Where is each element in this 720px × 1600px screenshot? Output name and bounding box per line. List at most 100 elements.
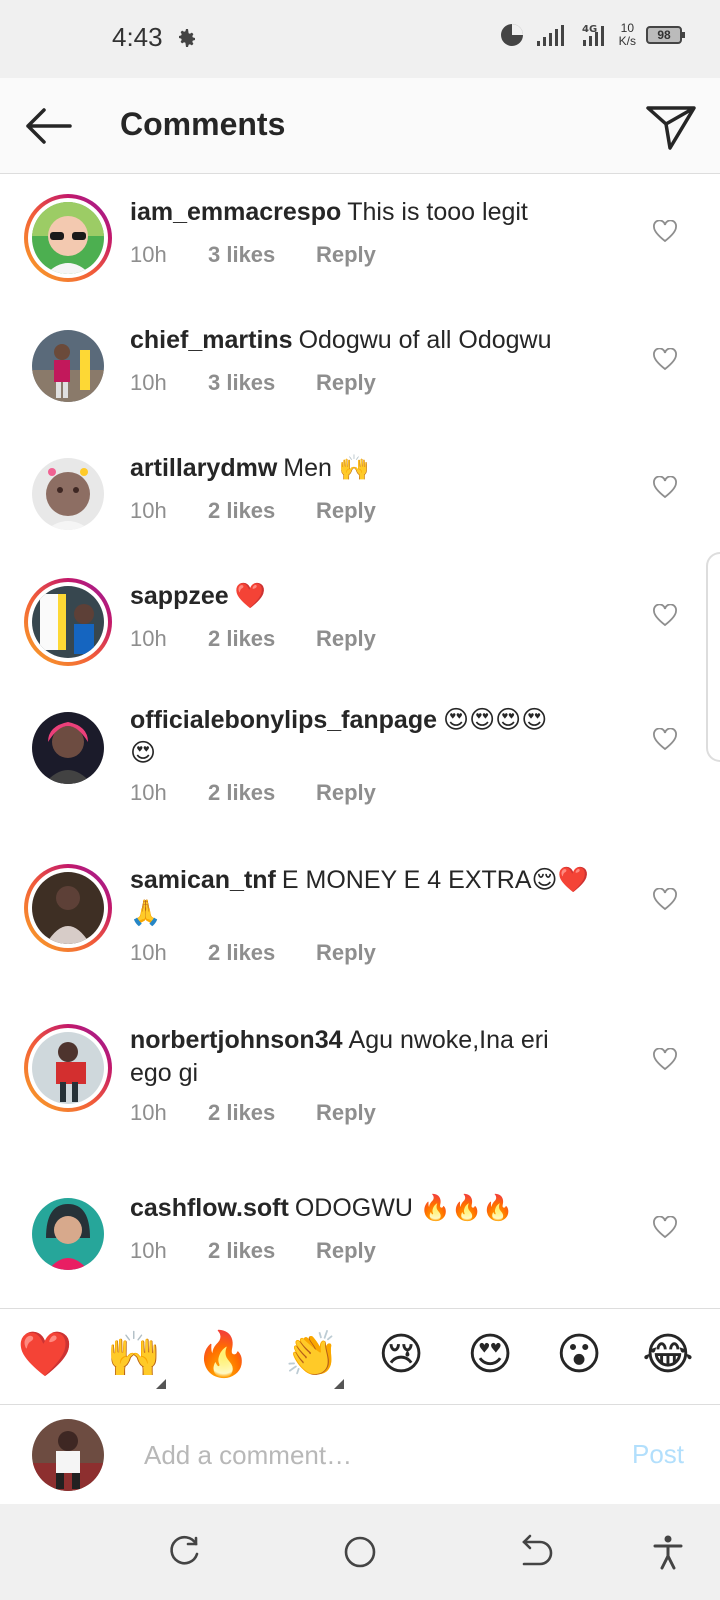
back-nav-icon[interactable] xyxy=(518,1534,554,1570)
comment-likes[interactable]: 3 likes xyxy=(208,370,316,396)
comment-username[interactable]: iam_emmacrespo xyxy=(130,198,341,226)
comment-text: officialebonylips_fanpage 😍😍😍😍 😍 xyxy=(130,704,620,770)
comment-likes[interactable]: 2 likes xyxy=(208,626,316,652)
like-heart-icon[interactable] xyxy=(652,1216,678,1240)
comment-text: iam_emmacrespo This is tooo legit xyxy=(130,196,620,229)
comment-username[interactable]: cashflow.soft xyxy=(130,1194,289,1222)
status-indicators: 4G 10 K/s 98 xyxy=(499,22,685,48)
comment-text: sappzee ❤️ xyxy=(130,580,620,613)
comment-meta: 10h 3 likes Reply xyxy=(130,242,376,268)
comment-message: Odogwu of all Odogwu xyxy=(298,326,552,354)
reply-button[interactable]: Reply xyxy=(316,370,376,396)
comment-time: 10h xyxy=(130,370,167,395)
avatar-wrap[interactable] xyxy=(24,322,112,410)
story-ring[interactable] xyxy=(24,1024,112,1112)
comment-likes[interactable]: 2 likes xyxy=(208,1100,316,1126)
system-nav-bar xyxy=(0,1504,720,1600)
reply-button[interactable]: Reply xyxy=(316,498,376,524)
page-title: Comments xyxy=(120,106,286,142)
comment-meta: 10h 3 likes Reply xyxy=(130,370,376,396)
like-heart-icon[interactable] xyxy=(652,348,678,372)
battery-indicator: 98 xyxy=(646,26,685,44)
comment-meta: 10h 2 likes Reply xyxy=(130,498,376,524)
comment-meta: 10h 2 likes Reply xyxy=(130,626,376,652)
network-speed: 10 K/s xyxy=(619,22,636,48)
recent-apps-icon[interactable] xyxy=(166,1534,202,1570)
comment-likes[interactable]: 2 likes xyxy=(208,498,316,524)
accessibility-icon[interactable] xyxy=(650,1534,686,1570)
comment-composer: Post xyxy=(0,1404,720,1504)
emoji-fire[interactable]: 🔥 xyxy=(195,1327,251,1383)
settings-gear-icon xyxy=(179,29,195,47)
comment-meta: 10h 2 likes Reply xyxy=(130,1238,376,1264)
network-speed-unit: K/s xyxy=(618,34,636,48)
signal-4g-icon: 4G xyxy=(582,24,604,46)
comment-time: 10h xyxy=(130,242,167,267)
avatar xyxy=(32,1032,104,1104)
reply-button[interactable]: Reply xyxy=(316,1238,376,1264)
comment-input[interactable] xyxy=(144,1431,584,1479)
emoji-laughing[interactable]: 😂 xyxy=(640,1327,696,1383)
story-ring[interactable] xyxy=(24,578,112,666)
network-type-label: 4G xyxy=(582,24,597,35)
comment-message: Men 🙌 xyxy=(283,454,370,482)
comment-username[interactable]: samican_tnf xyxy=(130,866,276,894)
avatar-wrap[interactable] xyxy=(24,450,112,538)
comment-likes[interactable]: 2 likes xyxy=(208,940,316,966)
comment-message: 😍😍😍😍 xyxy=(443,706,548,734)
reply-button[interactable]: Reply xyxy=(316,940,376,966)
comment-likes[interactable]: 3 likes xyxy=(208,242,316,268)
comment-message: E MONEY E 4 EXTRA😌❤️ xyxy=(281,866,589,894)
like-heart-icon[interactable] xyxy=(652,728,678,752)
post-button[interactable]: Post xyxy=(632,1439,684,1470)
like-heart-icon[interactable] xyxy=(652,888,678,912)
comment-username[interactable]: sappzee xyxy=(130,582,229,610)
emoji-raised-hands-glyph: 🙌 xyxy=(106,1330,162,1379)
emoji-heart[interactable]: ❤️ xyxy=(17,1327,73,1383)
data-saver-icon xyxy=(500,24,523,46)
emoji-crying[interactable]: 😢 xyxy=(373,1327,429,1383)
comment-username[interactable]: officialebonylips_fanpage xyxy=(130,706,437,734)
like-heart-icon[interactable] xyxy=(652,604,678,628)
emoji-raised-hands[interactable]: 🙌 xyxy=(106,1327,166,1389)
signal-icon xyxy=(536,25,564,46)
like-heart-icon[interactable] xyxy=(652,220,678,244)
comment-message: ❤️ xyxy=(234,582,266,610)
comment-username[interactable]: norbertjohnson34 xyxy=(130,1026,343,1054)
comment-message-cont: 😍 xyxy=(130,739,157,767)
emoji-surprised[interactable]: 😮 xyxy=(551,1327,607,1383)
avatar-wrap[interactable] xyxy=(24,1190,112,1278)
comment-likes[interactable]: 2 likes xyxy=(208,1238,316,1264)
story-ring[interactable] xyxy=(24,864,112,952)
like-heart-icon[interactable] xyxy=(652,1048,678,1072)
comment-username[interactable]: chief_martins xyxy=(130,326,293,354)
comment-message: This is tooo legit xyxy=(347,198,528,226)
status-time: 4:43 xyxy=(112,22,163,52)
like-heart-icon[interactable] xyxy=(652,476,678,500)
back-arrow-icon[interactable] xyxy=(20,102,76,150)
emoji-heart-eyes[interactable]: 😍 xyxy=(462,1327,518,1383)
comment-text: chief_martins Odogwu of all Odogwu xyxy=(130,324,620,357)
comment-time: 10h xyxy=(130,626,167,651)
comment-likes[interactable]: 2 likes xyxy=(208,780,316,806)
story-ring[interactable] xyxy=(24,194,112,282)
reply-button[interactable]: Reply xyxy=(316,1100,376,1126)
avatar xyxy=(32,458,104,530)
comment-text: cashflow.soft ODOGWU 🔥🔥🔥 xyxy=(130,1192,620,1225)
comments-header: Comments xyxy=(0,78,720,174)
emoji-clapping[interactable]: 👏 xyxy=(284,1327,344,1389)
comment-time: 10h xyxy=(130,498,167,523)
avatar xyxy=(32,330,104,402)
avatar xyxy=(32,712,104,784)
status-bar: 4:43 4G 10 K/s 98 xyxy=(0,0,720,78)
comment-time: 10h xyxy=(130,780,167,805)
avatar-wrap[interactable] xyxy=(24,704,112,792)
reply-button[interactable]: Reply xyxy=(316,780,376,806)
home-icon[interactable] xyxy=(342,1534,378,1570)
reply-button[interactable]: Reply xyxy=(316,626,376,652)
reply-button[interactable]: Reply xyxy=(316,242,376,268)
comment-username[interactable]: artillarydmw xyxy=(130,454,277,482)
comment-text: samican_tnf E MONEY E 4 EXTRA😌❤️ 🙏 xyxy=(130,864,620,930)
edge-panel-handle[interactable] xyxy=(706,552,720,762)
share-send-icon[interactable] xyxy=(644,102,698,152)
